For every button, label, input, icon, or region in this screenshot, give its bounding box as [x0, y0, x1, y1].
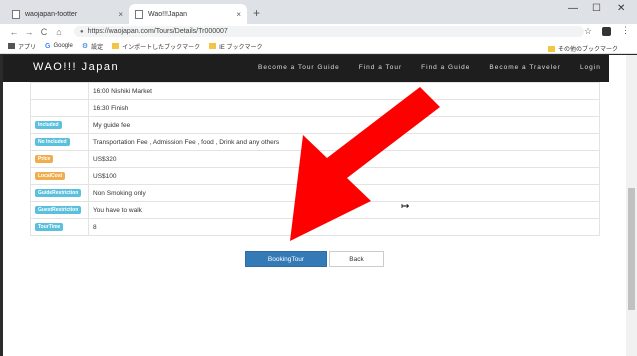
- label-cell: No Included: [30, 133, 89, 151]
- google-icon: G: [45, 42, 51, 50]
- reload-icon[interactable]: C: [38, 27, 50, 37]
- close-icon[interactable]: ×: [236, 10, 241, 19]
- label-cell: TourTime: [30, 218, 89, 236]
- included-badge: Included: [35, 121, 62, 129]
- nav-become-tour-guide[interactable]: Become a Tour Guide: [258, 64, 340, 71]
- page-icon: [135, 9, 143, 19]
- bookmark-label: Google: [53, 43, 73, 49]
- nav-become-traveler[interactable]: Become a Traveler: [489, 64, 561, 71]
- bookmark-label: インポートしたブックマーク: [122, 44, 201, 51]
- price-badge: Price: [35, 155, 54, 163]
- tab-waojapan-footter[interactable]: waojapan-footter ×: [6, 4, 129, 24]
- bookmark-label: 設定: [91, 44, 104, 51]
- label-cell: LocalCost: [30, 167, 89, 185]
- local-cost-badge: LocalCost: [35, 172, 66, 180]
- bookmark-imported[interactable]: インポートしたブックマーク: [112, 42, 200, 51]
- bookmark-label: アプリ: [18, 44, 37, 51]
- local-cost-value: US$100: [88, 167, 600, 185]
- nav-find-guide[interactable]: Find a Guide: [421, 64, 470, 71]
- bookmark-ie[interactable]: IE ブックマーク: [209, 42, 262, 51]
- site-logo[interactable]: WAO!!! Japan: [33, 61, 119, 73]
- bookmark-settings[interactable]: ⚙ 設定: [82, 42, 103, 51]
- maximize-button[interactable]: ☐: [592, 3, 601, 14]
- browser-menu-icon[interactable]: ⋮: [621, 25, 630, 36]
- label-cell: Price: [30, 150, 89, 168]
- guest-restriction-badge: GuestRestriction: [35, 206, 82, 214]
- included-value: My guide fee: [88, 116, 600, 134]
- table-row: Included My guide fee: [30, 116, 600, 134]
- price-value: US$320: [88, 150, 600, 168]
- lock-icon: ●: [80, 28, 84, 35]
- bookmark-label: その他のブックマーク: [557, 47, 618, 53]
- tab-label: Wao!!!Japan: [148, 10, 188, 18]
- forward-arrow-icon[interactable]: →: [23, 27, 35, 37]
- other-bookmarks[interactable]: その他のブックマーク: [547, 44, 618, 53]
- guide-restriction-badge: GuideRestriction: [35, 189, 82, 197]
- empty-label-cell: [30, 99, 89, 117]
- tab-wao-japan[interactable]: Wao!!!Japan ×: [129, 4, 247, 24]
- table-row: LocalCost US$100: [30, 167, 600, 185]
- table-row: 16:00 Nishiki Market: [30, 82, 600, 100]
- bookmarks-bar: アプリ G Google ⚙ 設定 インポートしたブックマーク IE ブックマー…: [0, 39, 637, 54]
- back-arrow-icon[interactable]: ←: [8, 27, 20, 37]
- table-row: 16:30 Finish: [30, 99, 600, 117]
- table-row: No Included Transportation Fee , Admissi…: [30, 133, 600, 151]
- back-button[interactable]: Back: [329, 251, 384, 267]
- not-included-badge: No Included: [35, 138, 70, 146]
- folder-icon: [209, 43, 217, 49]
- site-nav-links: Become a Tour Guide Find a Tour Find a G…: [258, 64, 601, 71]
- new-tab-button[interactable]: +: [253, 6, 260, 20]
- bookmark-apps[interactable]: アプリ: [8, 42, 36, 51]
- label-cell: GuideRestriction: [30, 184, 89, 202]
- tour-time-value: 8: [88, 218, 600, 236]
- close-icon[interactable]: ×: [118, 10, 123, 19]
- guest-restriction-value: You have to walk: [88, 201, 600, 219]
- bookmark-star-icon[interactable]: ☆: [584, 26, 592, 37]
- table-row: Price US$320: [30, 150, 600, 168]
- apps-grid-icon: [8, 43, 15, 49]
- window-close-button[interactable]: ✕: [617, 3, 625, 14]
- extension-icon[interactable]: [602, 27, 611, 36]
- bookmark-label: IE ブックマーク: [219, 44, 263, 51]
- mouse-cursor-icon: ↦: [401, 201, 410, 212]
- not-included-value: Transportation Fee , Admission Fee , foo…: [88, 133, 600, 151]
- table-row: TourTime 8: [30, 218, 600, 236]
- table-row: GuestRestriction You have to walk: [30, 201, 600, 219]
- label-cell: GuestRestriction: [30, 201, 89, 219]
- web-page: WAO!!! Japan Become a Tour Guide Find a …: [0, 55, 626, 356]
- home-icon[interactable]: ⌂: [53, 27, 65, 37]
- tour-details-table: 16:00 Nishiki Market 16:30 Finish Includ…: [30, 82, 600, 236]
- booking-tour-button[interactable]: BookingTour: [245, 251, 327, 267]
- folder-icon: [112, 43, 120, 49]
- schedule-item: 16:00 Nishiki Market: [88, 82, 600, 100]
- bookmark-google[interactable]: G Google: [45, 43, 73, 50]
- tour-time-badge: TourTime: [35, 223, 64, 231]
- table-row: GuideRestriction Non Smoking only: [30, 184, 600, 202]
- site-navbar: WAO!!! Japan Become a Tour Guide Find a …: [0, 55, 609, 82]
- folder-icon: [547, 45, 555, 52]
- label-cell: Included: [30, 116, 89, 134]
- address-bar[interactable]: ● https://waojapan.com/Tours/Details/Tr0…: [74, 26, 584, 37]
- page-icon: [12, 9, 20, 19]
- nav-find-tour[interactable]: Find a Tour: [359, 64, 402, 71]
- scrollbar-thumb[interactable]: [628, 188, 635, 310]
- window-edge: [0, 55, 3, 356]
- gear-icon: ⚙: [81, 43, 89, 50]
- minimize-button[interactable]: —: [568, 3, 578, 14]
- tab-strip: waojapan-footter × Wao!!!Japan × + — ☐ ✕: [0, 0, 637, 24]
- url-text: https://waojapan.com/Tours/Details/Tr000…: [87, 28, 228, 35]
- tab-label: waojapan-footter: [25, 10, 78, 18]
- guide-restriction-value: Non Smoking only: [88, 184, 600, 202]
- nav-login[interactable]: Login: [580, 64, 601, 71]
- empty-label-cell: [30, 82, 89, 100]
- schedule-item: 16:30 Finish: [88, 99, 600, 117]
